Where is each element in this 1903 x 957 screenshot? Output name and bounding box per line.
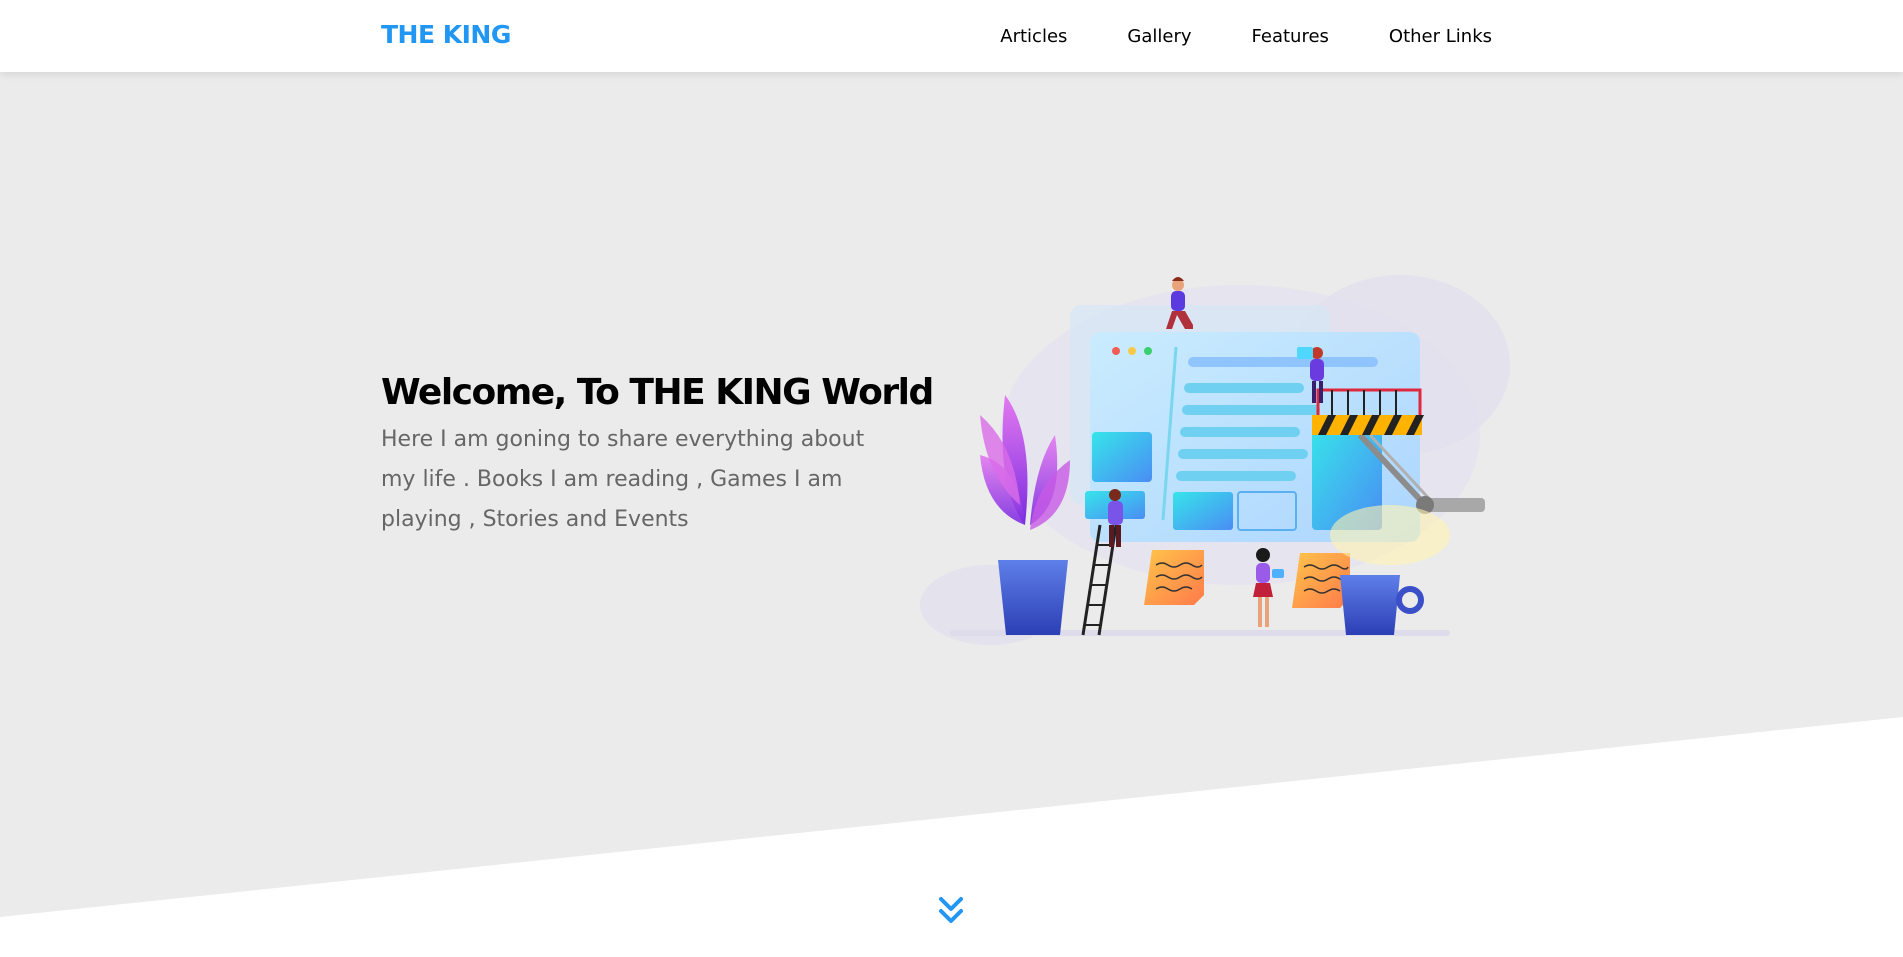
- hero-title: Welcome, To THE KING World: [381, 372, 934, 413]
- site-header: THE KING Articles Gallery Features Other…: [0, 0, 1903, 72]
- site-logo[interactable]: THE KING: [381, 20, 511, 49]
- hero-illustration: [920, 275, 1510, 645]
- nav-link-gallery[interactable]: Gallery: [1097, 26, 1221, 47]
- nav-link-features[interactable]: Features: [1222, 26, 1359, 47]
- main-nav: Articles Gallery Features Other Links: [970, 0, 1492, 72]
- double-chevron-down-icon[interactable]: [936, 895, 966, 927]
- nav-link-other-links[interactable]: Other Links: [1359, 26, 1492, 47]
- nav-link-articles[interactable]: Articles: [970, 26, 1097, 47]
- hero-description: Here I am goning to share everything abo…: [381, 427, 865, 532]
